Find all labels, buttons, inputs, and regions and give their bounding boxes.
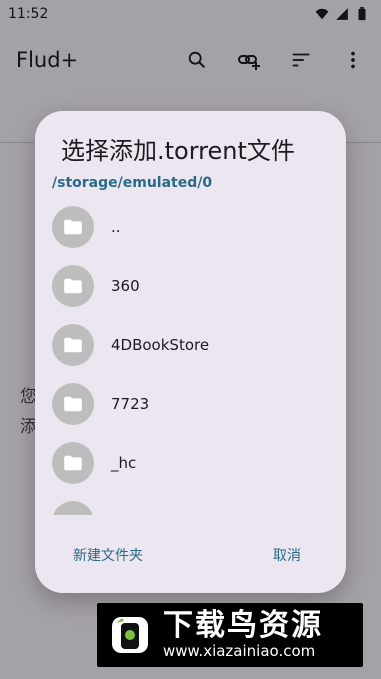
folder-icon (52, 501, 94, 515)
list-item[interactable]: 360 (35, 260, 346, 319)
folder-icon (52, 442, 94, 484)
list-item-partial[interactable] (35, 496, 346, 515)
watermark-banner: 下载鸟资源 www.xiazainiao.com (97, 603, 363, 667)
list-item-label: .. (111, 218, 121, 236)
watermark-text: 下载鸟资源 www.xiazainiao.com (163, 608, 323, 661)
list-item[interactable]: .. (35, 201, 346, 260)
bird-logo-icon (103, 608, 157, 662)
new-folder-button[interactable]: 新建文件夹 (73, 545, 143, 565)
file-list[interactable]: .. 360 4DBookStore 7723 _hc (35, 201, 346, 515)
folder-icon (52, 265, 94, 307)
list-item[interactable]: 4DBookStore (35, 319, 346, 378)
watermark-title: 下载鸟资源 (163, 608, 323, 643)
file-picker-dialog: 选择添加.torrent文件 /storage/emulated/0 .. 36… (35, 111, 346, 593)
watermark-url: www.xiazainiao.com (163, 642, 316, 660)
list-item[interactable]: 7723 (35, 378, 346, 437)
folder-icon (52, 324, 94, 366)
cancel-button[interactable]: 取消 (273, 545, 301, 565)
list-item-label: 7723 (111, 395, 150, 413)
list-item[interactable]: _hc (35, 437, 346, 496)
current-path: /storage/emulated/0 (52, 175, 213, 191)
list-item-label: 360 (111, 277, 140, 295)
folder-icon (52, 383, 94, 425)
dialog-title: 选择添加.torrent文件 (61, 137, 295, 165)
list-item-label: _hc (111, 454, 137, 472)
dialog-actions: 新建文件夹 取消 (35, 541, 346, 571)
folder-icon (52, 206, 94, 248)
list-item-label: 4DBookStore (111, 336, 210, 354)
